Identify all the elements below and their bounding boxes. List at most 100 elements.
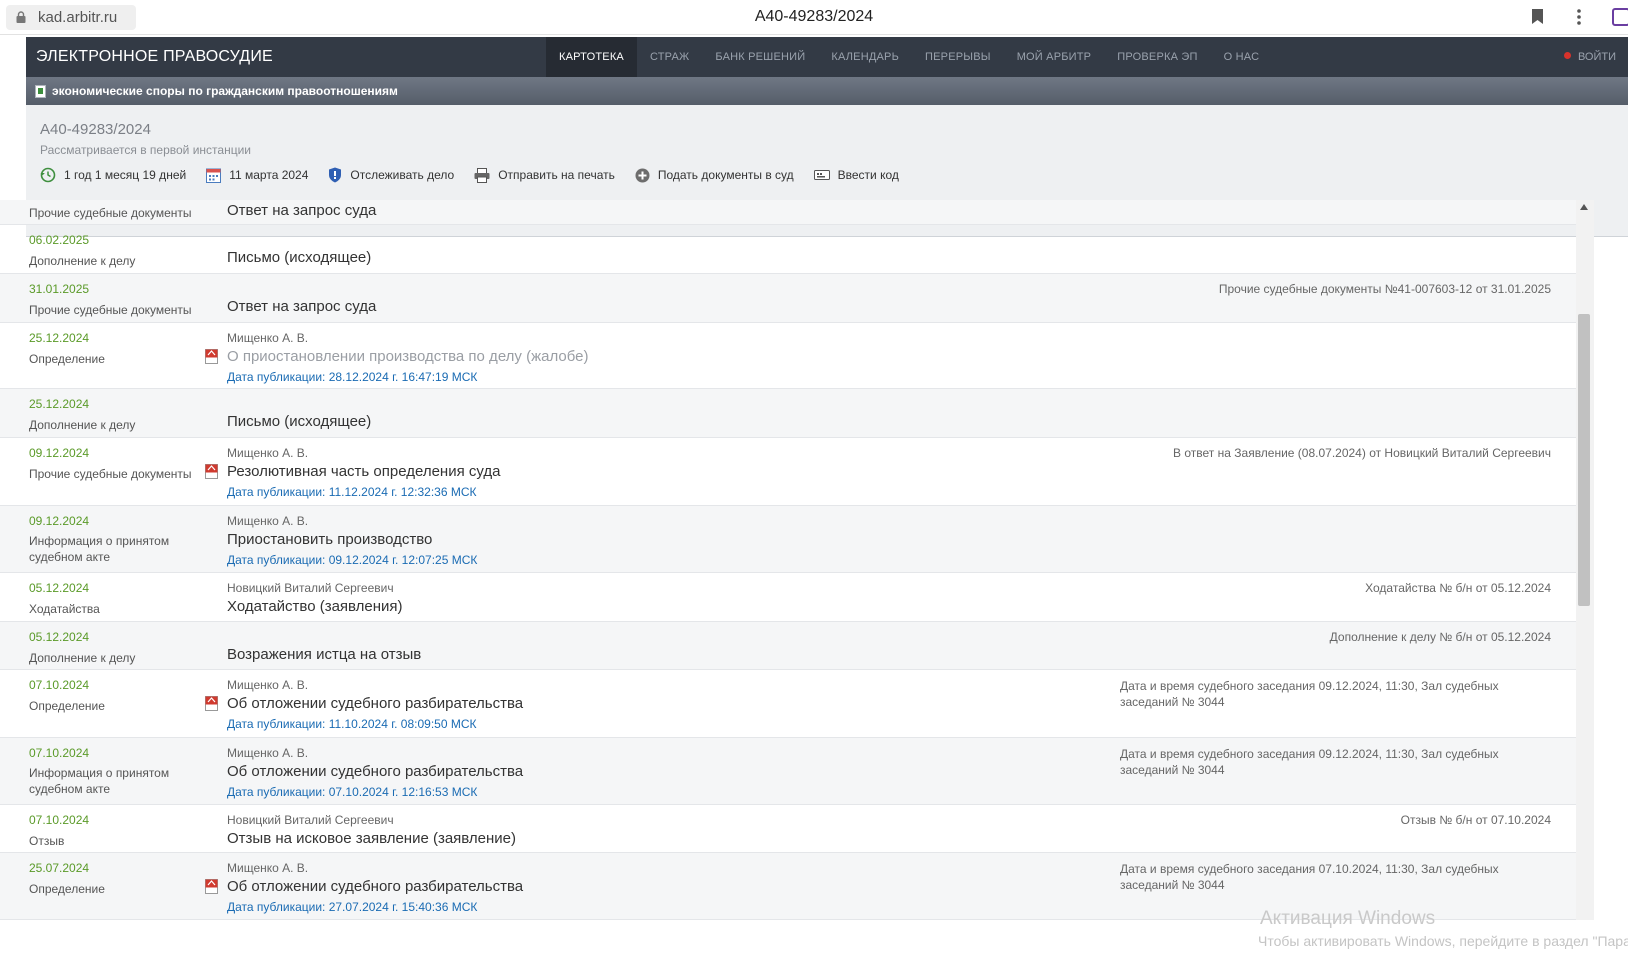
nav-item-5[interactable]: МОЙ АРБИТР [1004, 37, 1105, 77]
document-row[interactable]: Прочие судебные документы Ответ на запрос… [0, 200, 1576, 225]
pdf-icon[interactable] [205, 879, 218, 894]
extension-icon[interactable] [1612, 8, 1628, 26]
enter-code-label: Ввести код [837, 168, 899, 182]
nav-item-6[interactable]: ПРОВЕРКА ЭП [1104, 37, 1210, 77]
row-note: Дата и время судебного заседания 09.12.2… [1120, 679, 1499, 709]
row-date: 06.02.2025 [29, 233, 90, 247]
row-publication-date[interactable]: Дата публикации: 11.10.2024 г. 08:09:50 … [227, 717, 477, 731]
row-title[interactable]: Отзыв на исковое заявление (заявление) [227, 830, 516, 847]
row-date: 07.10.2024 [29, 746, 90, 760]
row-title[interactable]: О приостановлении производства по делу (… [227, 348, 588, 365]
row-doc-type: Определение [29, 882, 105, 896]
site-brand[interactable]: ЭЛЕКТРОННОЕ ПРАВОСУДИЕ [36, 48, 273, 66]
nav-item-4[interactable]: ПЕРЕРЫВЫ [912, 37, 1004, 77]
row-publication-date[interactable]: Дата публикации: 27.07.2024 г. 15:40:36 … [227, 900, 477, 914]
case-duration: 1 год 1 месяц 19 дней [40, 167, 186, 183]
row-doc-type: Дополнение к делу [29, 254, 136, 268]
case-documents-list: Прочие судебные документы Ответ на запрос… [0, 200, 1576, 920]
row-doc-type: Определение [29, 352, 105, 366]
clock-back-icon [40, 167, 56, 183]
row-title[interactable]: Резолютивная часть определения суда [227, 463, 500, 480]
nav-item-2[interactable]: БАНК РЕШЕНИЙ [702, 37, 818, 77]
calendar-icon [206, 168, 222, 183]
bookmark-icon[interactable] [1532, 9, 1543, 24]
track-case-label: Отслеживать дело [350, 168, 455, 182]
case-duration-label: 1 год 1 месяц 19 дней [64, 168, 187, 182]
row-doc-type: Информация о принятом судебном акте [29, 534, 170, 564]
document-row[interactable]: 07.10.2024 Информация о принятом судебном… [0, 738, 1576, 805]
row-author: Мищенко А. В. [227, 861, 309, 875]
plus-circle-icon [635, 168, 650, 182]
document-row[interactable]: 09.12.2024 Информация о принятом судебном… [0, 506, 1576, 573]
document-row[interactable]: 25.12.2024 Дополнение к делу Письмо (исход… [0, 389, 1576, 438]
row-publication-date[interactable]: Дата публикации: 07.10.2024 г. 12:16:53 … [227, 785, 477, 799]
row-note: Дата и время судебного заседания 07.10.2… [1120, 862, 1499, 892]
row-title[interactable]: Возражения истца на отзыв [227, 646, 421, 663]
print-button[interactable]: Отправить на печать [474, 167, 615, 183]
row-title[interactable]: Ходатайство (заявления) [227, 598, 403, 615]
row-title[interactable]: Об отложении судебного разбирательства [227, 763, 523, 780]
document-row[interactable]: 09.12.2024 Прочие судебные документы Мищен… [0, 438, 1576, 506]
row-title[interactable]: Письмо (исходящее) [227, 249, 371, 266]
document-row[interactable]: 07.10.2024 Определение Мищенко А. В. Об отл… [0, 670, 1576, 738]
row-title[interactable]: Ответ на запрос суда [227, 202, 376, 219]
row-note: Прочие судебные документы №41-007603-12 … [1218, 282, 1551, 296]
pdf-icon[interactable] [205, 696, 218, 711]
pdf-icon[interactable] [205, 464, 218, 479]
row-author: Мищенко А. В. [227, 446, 309, 460]
row-note: Дополнение к делу № б/н от 05.12.2024 [1329, 630, 1551, 644]
windows-activation-title: Активация Windows [1260, 908, 1436, 929]
document-row[interactable]: 31.01.2025 Прочие судебные документы Ответ… [0, 274, 1576, 323]
row-publication-date[interactable]: Дата публикации: 11.12.2024 г. 12:32:36 … [227, 485, 477, 499]
case-date-label: 11 марта 2024 [229, 168, 309, 182]
row-publication-date[interactable]: Дата публикации: 28.12.2024 г. 16:47:19 … [227, 370, 477, 384]
row-date: 25.12.2024 [29, 331, 90, 345]
row-doc-type: Дополнение к делу [29, 418, 136, 432]
document-row[interactable]: 06.02.2025 Дополнение к делу Письмо (исход… [0, 225, 1576, 274]
case-status: Рассматривается в первой инстанции [40, 143, 251, 157]
scroll-thumb[interactable] [1578, 314, 1590, 606]
row-author: Мищенко А. В. [227, 678, 309, 692]
row-doc-type: Определение [29, 699, 105, 713]
row-title[interactable]: Об отложении судебного разбирательства [227, 695, 523, 712]
windows-activation-text: Чтобы активировать Windows, перейдите в … [1258, 933, 1628, 949]
track-case-button[interactable]: Отслеживать дело [328, 167, 454, 183]
login-dot-icon [1563, 52, 1571, 59]
row-note: Отзыв № б/н от 07.10.2024 [1400, 813, 1551, 827]
document-row[interactable]: 25.12.2024 Определение Мищенко А. В. О прио… [0, 323, 1576, 389]
document-row[interactable]: 05.12.2024 Дополнение к делу Возражения ис… [0, 622, 1576, 670]
row-author: Новицкий Виталий Сергеевич [227, 813, 394, 827]
submit-documents-button[interactable]: Подать документы в суд [635, 168, 794, 183]
scroll-up-icon[interactable] [1580, 204, 1588, 210]
row-title[interactable]: Ответ на запрос суда [227, 298, 376, 315]
nav-item-0[interactable]: КАРТОТЕКА [546, 37, 637, 77]
nav-item-7[interactable]: О НАС [1211, 37, 1273, 77]
row-doc-type: Прочие судебные документы [29, 206, 192, 220]
row-title[interactable]: Приостановить производство [227, 531, 432, 548]
row-doc-type: Прочие судебные документы [29, 303, 192, 317]
nav-menu: КАРТОТЕКА СТРАЖ БАНК РЕШЕНИЙ КАЛЕНДАРЬ ПЕРЕР… [546, 37, 1272, 77]
menu-kebab-icon[interactable] [1576, 8, 1582, 26]
row-doc-type: Дополнение к делу [29, 651, 136, 665]
enter-code-button[interactable]: Ввести код [813, 168, 899, 182]
case-actions: 1 год 1 месяц 19 дней 11 марта 2024 Отсл… [40, 167, 919, 183]
row-date: 09.12.2024 [29, 446, 90, 460]
login-link[interactable]: ВОЙТИ [1563, 37, 1616, 77]
page-title: А40-49283/2024 [754, 8, 874, 25]
row-title[interactable]: Письмо (исходящее) [227, 413, 371, 430]
nav-item-1[interactable]: СТРАЖ [637, 37, 702, 77]
pdf-icon[interactable] [205, 349, 218, 364]
document-row[interactable]: 07.10.2024 Отзыв Новицкий Виталий Сергееви… [0, 805, 1576, 853]
row-author: Новицкий Виталий Сергеевич [227, 581, 394, 595]
row-title[interactable]: Об отложении судебного разбирательства [227, 878, 523, 895]
row-doc-type: Отзыв [29, 834, 65, 848]
top-navigation: ЭЛЕКТРОННОЕ ПРАВОСУДИЕ КАРТОТЕКА СТРАЖ БАН… [26, 37, 1628, 77]
scrollbar[interactable] [1576, 200, 1594, 920]
row-date: 07.10.2024 [29, 678, 90, 692]
nav-item-3[interactable]: КАЛЕНДАРЬ [818, 37, 912, 77]
shield-icon [329, 167, 342, 183]
document-row[interactable]: 05.12.2024 Ходатайства Новицкий Виталий Се… [0, 573, 1576, 622]
row-publication-date[interactable]: Дата публикации: 09.12.2024 г. 12:07:25 … [227, 553, 477, 567]
print-label: Отправить на печать [498, 168, 615, 182]
row-date: 09.12.2024 [29, 514, 90, 528]
